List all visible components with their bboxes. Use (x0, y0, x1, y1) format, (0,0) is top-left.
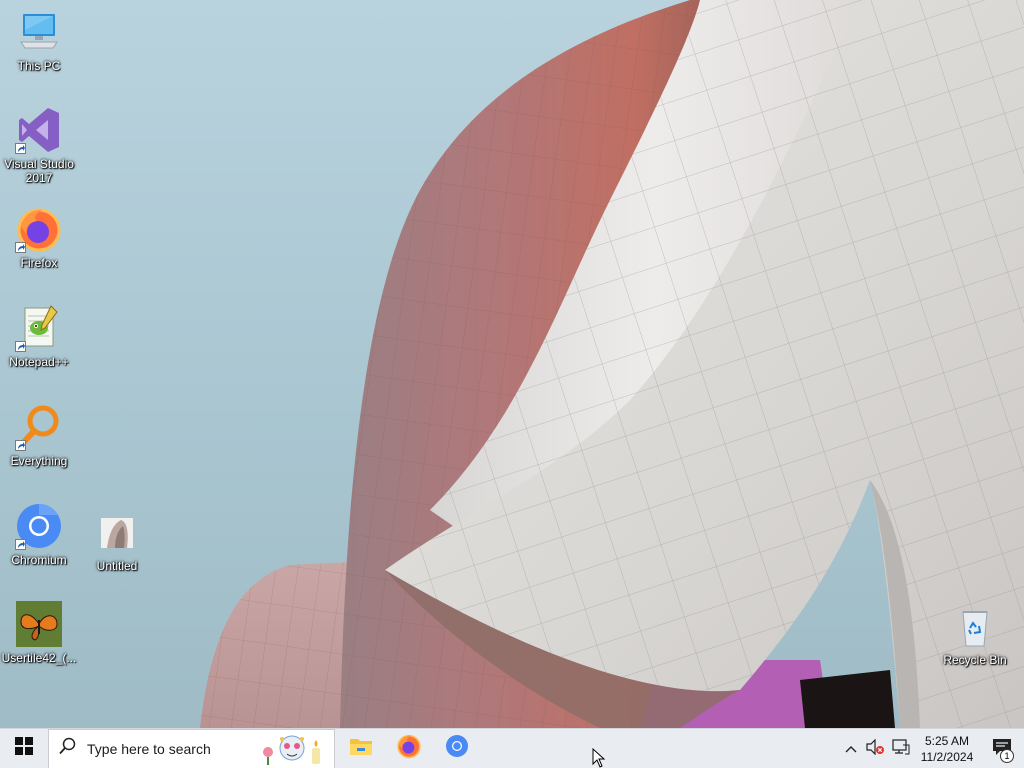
network-button[interactable] (888, 729, 914, 768)
desktop-icon-untitled[interactable]: Untitled (78, 508, 156, 573)
network-monitor-icon (892, 738, 910, 760)
desktop-wallpaper (0, 0, 1024, 728)
action-center-button[interactable]: 1 (980, 729, 1024, 768)
desktop-icon-chromium[interactable]: Chromium (0, 502, 78, 567)
search-magnifier-icon (15, 403, 63, 451)
butterfly-image-icon (15, 600, 63, 648)
desktop-icon-this-pc[interactable]: This PC (0, 8, 78, 73)
shortcut-arrow-icon (15, 143, 26, 154)
clock-time: 5:25 AM (924, 734, 970, 748)
shortcut-arrow-icon (15, 440, 26, 451)
mouse-cursor-icon (592, 747, 606, 768)
desktop-icon-label: Visual Studio 2017 (4, 157, 74, 185)
desktop-icon-label: Everything (10, 454, 68, 468)
desktop-icon-label: This PC (17, 59, 61, 73)
taskbar-firefox[interactable] (385, 729, 433, 768)
image-file-icon (93, 508, 141, 556)
computer-icon (15, 8, 63, 56)
clock-date: 11/2/2024 (920, 750, 974, 764)
pinned-apps (337, 729, 481, 768)
chevron-up-icon (845, 740, 857, 758)
chromium-icon (445, 734, 469, 763)
desktop-icon-visual-studio[interactable]: Visual Studio 2017 (0, 106, 78, 185)
desktop-icon-notepad-plus-plus[interactable]: Notepad++ (0, 304, 78, 369)
taskbar-chromium[interactable] (433, 729, 481, 768)
shortcut-arrow-icon (15, 539, 26, 550)
visual-studio-icon (15, 106, 63, 154)
show-hidden-icons-button[interactable] (840, 729, 862, 768)
system-tray: 5:25 AM 11/2/2024 1 (840, 729, 1024, 768)
chromium-icon (15, 502, 63, 550)
firefox-icon (15, 205, 63, 253)
search-icon (59, 737, 77, 760)
search-placeholder: Type here to search (87, 740, 211, 757)
taskbar-file-explorer[interactable] (337, 729, 385, 768)
desktop-icon-label: Usertile42_(... (1, 651, 77, 665)
folder-icon (349, 735, 373, 762)
wallpaper-architecture-image (200, 0, 1024, 728)
desktop-icon-usertile42[interactable]: Usertile42_(... (0, 600, 78, 665)
speaker-muted-icon (866, 738, 884, 760)
shortcut-arrow-icon (15, 341, 26, 352)
notification-count-badge: 1 (1000, 749, 1014, 763)
desktop-icon-everything[interactable]: Everything (0, 403, 78, 468)
search-highlight-illustration-icon (258, 734, 330, 766)
desktop-icon-recycle-bin[interactable]: Recycle Bin (936, 602, 1014, 667)
taskbar-search-box[interactable]: Type here to search (48, 728, 335, 768)
desktop-icon-label: Untitled (96, 559, 138, 573)
start-button[interactable] (0, 729, 48, 768)
desktop-icon-firefox[interactable]: Firefox (0, 205, 78, 270)
desktop-icon-label: Notepad++ (9, 355, 69, 369)
desktop-icon-label: Chromium (11, 553, 67, 567)
windows-logo-icon (15, 737, 33, 760)
taskbar-clock[interactable]: 5:25 AM 11/2/2024 (914, 729, 980, 768)
firefox-icon (396, 733, 422, 764)
desktop-icon-label: Recycle Bin (943, 653, 1007, 667)
volume-button[interactable] (862, 729, 888, 768)
notepad-plus-plus-icon (15, 304, 63, 352)
desktop-icon-label: Firefox (20, 256, 58, 270)
shortcut-arrow-icon (15, 242, 26, 253)
taskbar: Type here to search 5:25 AM 11/2/2024 1 (0, 728, 1024, 768)
recycle-bin-icon (951, 602, 999, 650)
